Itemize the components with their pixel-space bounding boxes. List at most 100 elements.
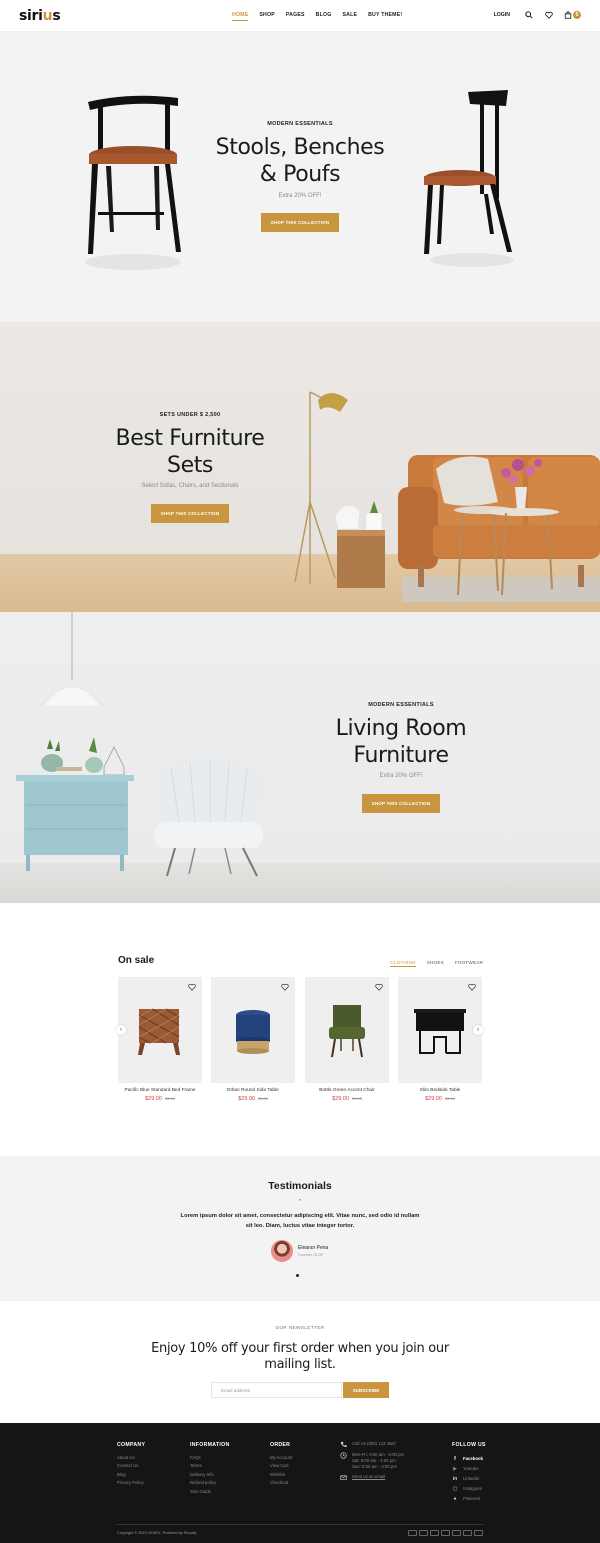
subscribe-button[interactable]: SUBSCRIBE — [343, 1382, 389, 1398]
black-bedside-table-image — [414, 1009, 466, 1054]
contact-email-link[interactable]: Send us an email — [352, 1474, 385, 1480]
cart-button[interactable]: 0 — [564, 10, 581, 20]
email-input[interactable]: Email address — [211, 1382, 342, 1398]
payment-card-icon — [452, 1530, 461, 1536]
hours-sunday: Sun: 9:00 am - 2:00 pm — [352, 1464, 397, 1469]
green-accent-chair-image — [329, 1005, 365, 1058]
social-instagram[interactable]: ▢ Instagram — [452, 1484, 486, 1494]
banner-title-line-2: & Poufs — [259, 162, 341, 187]
product-name[interactable]: Slim Bedside Table — [398, 1088, 482, 1093]
footer-company-column: COMPANY About Us Contact Us Blog Privacy… — [117, 1442, 145, 1488]
footer-link-wishlist[interactable]: Wishlist — [270, 1471, 292, 1479]
banner-title: Best Furniture Sets — [80, 425, 300, 479]
sale-price: $29.00 — [145, 1096, 162, 1102]
wishlist-heart-icon[interactable] — [281, 983, 289, 991]
product-image[interactable] — [398, 977, 482, 1083]
original-price: 35.00 — [444, 1096, 455, 1101]
footer-link-delivery[interactable]: Delivery Info — [190, 1471, 230, 1479]
banner-subtitle: Extra 20% OFF! — [278, 193, 322, 199]
logo[interactable]: sirius — [19, 8, 61, 24]
contact-phone[interactable]: Call Us (800) 123 4567 — [340, 1441, 404, 1448]
contact-phone-text: Call Us (800) 123 4567 — [352, 1441, 397, 1446]
payment-card-icon — [430, 1530, 439, 1536]
carousel-prev-arrow-icon[interactable]: ‹ — [116, 1025, 126, 1035]
wishlist-heart-icon[interactable] — [468, 983, 476, 991]
testimonials-title: Testimonials — [268, 1180, 332, 1192]
orange-sofa-image — [398, 455, 600, 602]
logo-text-end: s — [52, 8, 61, 24]
on-sale-tabs: CLOTHING SHOES FOOTWEAR — [390, 960, 483, 967]
footer-link-about[interactable]: About Us — [117, 1454, 145, 1462]
carousel-dot[interactable] — [296, 1274, 299, 1277]
footer-link-cart[interactable]: View Cart — [270, 1462, 292, 1470]
wishlist-heart-icon[interactable] — [188, 983, 196, 991]
product-card[interactable]: Ethan Round Side Table $29.00 35.00 — [211, 977, 295, 1102]
footer-link-checkout[interactable]: Checkout — [270, 1479, 292, 1487]
original-price: 35.00 — [257, 1096, 268, 1101]
tab-footwear[interactable]: FOOTWEAR — [455, 960, 483, 967]
carousel-next-arrow-icon[interactable]: › — [473, 1025, 483, 1035]
hero-banner-furniture-sets: SETS UNDER $ 2,500 Best Furniture Sets S… — [0, 322, 600, 612]
product-name[interactable]: Bottle Green Accent Chair — [305, 1088, 389, 1093]
nav-sale[interactable]: SALE — [342, 12, 357, 21]
payment-card-icon — [419, 1530, 428, 1536]
cart-count-badge: 0 — [573, 11, 581, 19]
social-youtube[interactable]: ▶ Youtube — [452, 1464, 486, 1474]
footer-link-faqs[interactable]: FAQs — [190, 1454, 230, 1462]
footer-link-terms[interactable]: Terms — [190, 1462, 230, 1470]
footer-link-refund[interactable]: Refund policy — [190, 1479, 230, 1487]
site-footer: COMPANY About Us Contact Us Blog Privacy… — [0, 1423, 600, 1543]
footer-link-size-guide[interactable]: Size Guide — [190, 1488, 230, 1496]
footer-link-blog[interactable]: Blog — [117, 1471, 145, 1479]
footer-link-contact[interactable]: Contact Us — [117, 1462, 145, 1470]
testimonial-text: Lorem ipsum dolor sit amet, consectetur … — [180, 1213, 420, 1229]
nav-blog[interactable]: BLOG — [316, 12, 332, 21]
product-name[interactable]: Pacific Blue Standard Bed Frame — [118, 1088, 202, 1093]
shop-collection-button[interactable]: SHOP THIS COLLECTION — [261, 213, 339, 232]
search-icon[interactable] — [524, 10, 534, 20]
footer-link-account[interactable]: My Account — [270, 1454, 292, 1462]
linkedin-icon: in — [452, 1476, 458, 1482]
product-name[interactable]: Ethan Round Side Table — [211, 1088, 295, 1093]
product-card[interactable]: Slim Bedside Table $29.00 35.00 — [398, 977, 482, 1102]
product-image[interactable] — [118, 977, 202, 1083]
avatar — [271, 1240, 293, 1262]
social-facebook[interactable]: f Facebook — [452, 1454, 486, 1464]
footer-heading: INFORMATION — [190, 1442, 230, 1448]
social-pinterest[interactable]: ● Pinterest — [452, 1494, 486, 1504]
social-linkedin[interactable]: in LinkedIn — [452, 1474, 486, 1484]
tab-shoes[interactable]: SHOES — [427, 960, 444, 967]
banner-title-line-2: Furniture — [353, 743, 449, 768]
banner-subtitle: Extra 20% OFF! — [379, 773, 423, 779]
product-card[interactable]: Bottle Green Accent Chair $29.00 35.00 — [305, 977, 389, 1102]
main-nav: HOME SHOP PAGES BLOG SALE BUY THEME! — [232, 12, 402, 21]
product-card[interactable]: Pacific Blue Standard Bed Frame $29.00 35… — [118, 977, 202, 1102]
shop-collection-button[interactable]: SHOP THIS COLLECTION — [362, 794, 440, 813]
newsletter-kicker: OUR NEWSLETTER — [275, 1326, 325, 1331]
product-image[interactable] — [305, 977, 389, 1083]
nav-shop[interactable]: SHOP — [259, 12, 275, 21]
payment-card-icon — [474, 1530, 483, 1536]
banner-kicker: MODERN ESSENTIALS — [368, 702, 434, 708]
vases-on-stump-image — [334, 501, 385, 588]
login-link[interactable]: LOGIN — [494, 12, 510, 18]
mail-icon — [340, 1475, 347, 1480]
nav-home[interactable]: HOME — [232, 12, 249, 21]
payment-card-icon — [408, 1530, 417, 1536]
nav-pages[interactable]: PAGES — [286, 12, 305, 21]
shop-collection-button[interactable]: SHOP THIS COLLECTION — [151, 504, 229, 523]
blue-cabinet-image — [16, 737, 134, 871]
footer-link-privacy[interactable]: Privacy Policy — [117, 1479, 145, 1487]
payment-card-icon — [463, 1530, 472, 1536]
black-chair-right-image — [424, 90, 514, 267]
wishlist-heart-icon[interactable] — [544, 10, 554, 20]
testimonials-section: Testimonials ” Lorem ipsum dolor sit ame… — [0, 1156, 600, 1301]
payment-card-icon — [441, 1530, 450, 1536]
nav-buy-theme[interactable]: BUY THEME! — [368, 12, 402, 21]
cart-bag-icon — [564, 11, 572, 19]
product-image[interactable] — [211, 977, 295, 1083]
contact-email[interactable]: Send us an email — [340, 1474, 404, 1481]
wishlist-heart-icon[interactable] — [375, 983, 383, 991]
tab-clothing[interactable]: CLOTHING — [390, 960, 416, 967]
youtube-icon: ▶ — [453, 1466, 457, 1472]
